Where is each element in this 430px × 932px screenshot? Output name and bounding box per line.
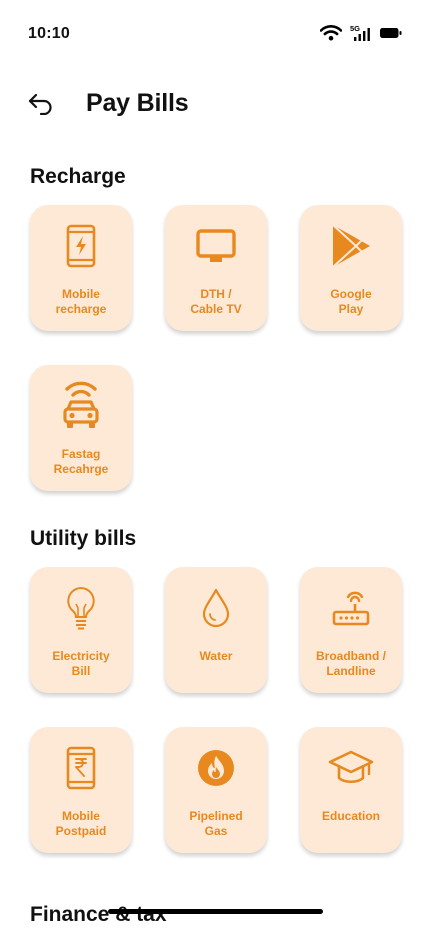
- cellular-5g-icon: 5G: [350, 24, 372, 42]
- tile-mobile-recharge[interactable]: Mobile recharge: [30, 205, 132, 331]
- tile-label: Mobile recharge: [55, 287, 107, 316]
- tv-icon: [165, 205, 267, 287]
- battery-icon: [380, 27, 402, 39]
- section-heading-finance-tax: Finance & tax: [30, 903, 167, 926]
- status-icons: 5G: [320, 24, 402, 42]
- section-heading-utility-bills: Utility bills: [30, 527, 137, 550]
- tile-label: Fastag Recahrge: [53, 447, 109, 476]
- tile-water[interactable]: Water: [165, 567, 267, 693]
- network-type: 5G: [350, 24, 360, 33]
- tile-fastag-recharge[interactable]: Fastag Recahrge: [30, 365, 132, 491]
- tile-mobile-postpaid[interactable]: Mobile Postpaid: [30, 727, 132, 853]
- tile-label: Mobile Postpaid: [55, 809, 107, 838]
- tile-google-play[interactable]: Google Play: [300, 205, 402, 331]
- tile-broadband-landline[interactable]: Broadband / Landline: [300, 567, 402, 693]
- google-play-icon: [300, 205, 402, 287]
- fastag-car-icon: [30, 365, 132, 447]
- graduation-cap-icon: [300, 727, 402, 809]
- back-button[interactable]: [26, 90, 56, 120]
- tile-pipelined-gas[interactable]: Pipelined Gas: [165, 727, 267, 853]
- status-time: 10:10: [28, 25, 70, 42]
- tile-label: DTH / Cable TV: [190, 287, 242, 316]
- bulb-icon: [30, 567, 132, 649]
- tile-electricity-bill[interactable]: Electricity Bill: [30, 567, 132, 693]
- tile-label: Pipelined Gas: [189, 809, 243, 838]
- page-title: Pay Bills: [86, 89, 189, 117]
- section-heading-recharge: Recharge: [30, 165, 126, 188]
- tile-education[interactable]: Education: [300, 727, 402, 853]
- mobile-recharge-icon: [30, 205, 132, 287]
- tile-label: Broadband / Landline: [315, 649, 386, 678]
- back-arrow-icon: [27, 91, 55, 120]
- mobile-rupee-icon: [30, 727, 132, 809]
- tile-label: Electricity Bill: [52, 649, 110, 678]
- wifi-icon: [320, 25, 342, 41]
- tile-label: Education: [321, 809, 380, 823]
- pay-bills-screen: 10:10 5G Pay Bills Recharge Mobile recha…: [0, 0, 430, 932]
- water-drop-icon: [165, 567, 267, 649]
- home-indicator[interactable]: [108, 909, 323, 914]
- tile-dth-cable-tv[interactable]: DTH / Cable TV: [165, 205, 267, 331]
- tile-label: Google Play: [330, 287, 372, 316]
- router-icon: [300, 567, 402, 649]
- tile-label: Water: [199, 649, 233, 663]
- gas-flame-icon: [165, 727, 267, 809]
